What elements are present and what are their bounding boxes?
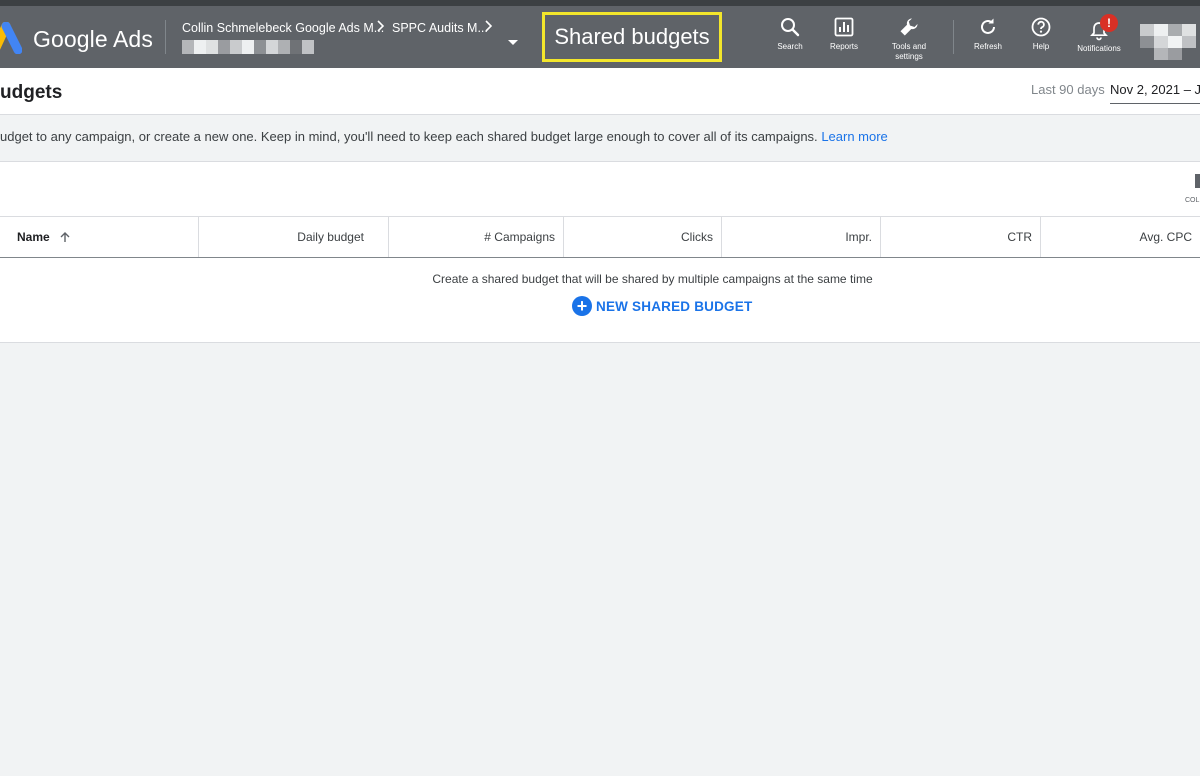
divider [165, 20, 166, 54]
table-header: Name Daily budget # Campaigns Clicks Imp… [0, 216, 1200, 258]
breadcrumb-campaign[interactable]: SPPC Audits M... [392, 21, 488, 35]
columns-label[interactable]: COL [1185, 197, 1199, 204]
brand-name[interactable]: Google Ads [33, 26, 153, 53]
refresh-label: Refresh [973, 42, 1002, 51]
reports-icon [834, 17, 854, 37]
tools-settings-button[interactable]: Tools and settings [884, 16, 934, 62]
notification-badge: ! [1100, 14, 1118, 32]
column-header-campaigns[interactable]: # Campaigns [389, 217, 564, 257]
notifications-label: Notifications [1077, 44, 1121, 53]
column-header-clicks[interactable]: Clicks [564, 217, 722, 257]
date-range-underline [1110, 103, 1200, 104]
reports-button[interactable]: Reports [824, 16, 864, 52]
help-button[interactable]: Help [1024, 16, 1058, 52]
chevron-right-icon [377, 20, 385, 32]
column-header-ctr[interactable]: CTR [881, 217, 1041, 257]
avatar[interactable] [1140, 24, 1200, 64]
columns-icon[interactable] [1195, 174, 1200, 188]
search-button[interactable]: Search [772, 16, 808, 52]
page-title: udgets [0, 82, 63, 103]
search-label: Search [777, 42, 803, 51]
google-ads-logo-icon[interactable] [0, 22, 22, 54]
wrench-icon [900, 18, 918, 36]
new-shared-budget-label: NEW SHARED BUDGET [596, 298, 753, 314]
empty-state-message: Create a shared budget that will be shar… [432, 272, 873, 286]
refresh-button[interactable]: Refresh [970, 16, 1006, 52]
refresh-icon [981, 18, 995, 34]
column-header-avg-cpc[interactable]: Avg. CPC [1041, 217, 1200, 257]
chevron-right-icon [485, 20, 493, 32]
description-text: udget to any campaign, or create a new o… [0, 129, 888, 144]
tools-settings-label: Tools and settings [891, 42, 927, 61]
page-highlight-text: Shared budgets [554, 24, 710, 49]
column-header-name[interactable]: Name [0, 217, 199, 257]
new-shared-budget-button[interactable]: + NEW SHARED BUDGET [572, 296, 752, 316]
top-navigation-bar: Google Ads Collin Schmelebeck Google Ads… [0, 6, 1200, 68]
page-title-bar: udgets Last 90 days Nov 2, 2021 – Ja [0, 68, 1200, 115]
redacted-account-id [182, 40, 314, 54]
date-range-label[interactable]: Last 90 days [1031, 82, 1105, 97]
divider [953, 20, 954, 54]
search-icon [781, 18, 800, 37]
help-icon [1031, 17, 1051, 37]
page-highlight-box: Shared budgets [542, 12, 722, 62]
column-header-daily-budget[interactable]: Daily budget [199, 217, 389, 257]
plus-icon: + [572, 296, 592, 316]
column-header-impressions[interactable]: Impr. [722, 217, 881, 257]
breadcrumb-account[interactable]: Collin Schmelebeck Google Ads M... [182, 21, 384, 35]
dropdown-arrow-icon[interactable] [508, 40, 518, 45]
learn-more-link[interactable]: Learn more [821, 129, 887, 144]
description-bar: udget to any campaign, or create a new o… [0, 117, 1200, 161]
shared-budgets-table: COL Name Daily budget # Campaigns Clicks… [0, 161, 1200, 343]
sort-ascending-icon[interactable] [59, 231, 71, 243]
help-label: Help [1032, 42, 1050, 51]
reports-label: Reports [829, 42, 858, 51]
date-range-picker[interactable]: Nov 2, 2021 – Ja [1110, 82, 1200, 97]
